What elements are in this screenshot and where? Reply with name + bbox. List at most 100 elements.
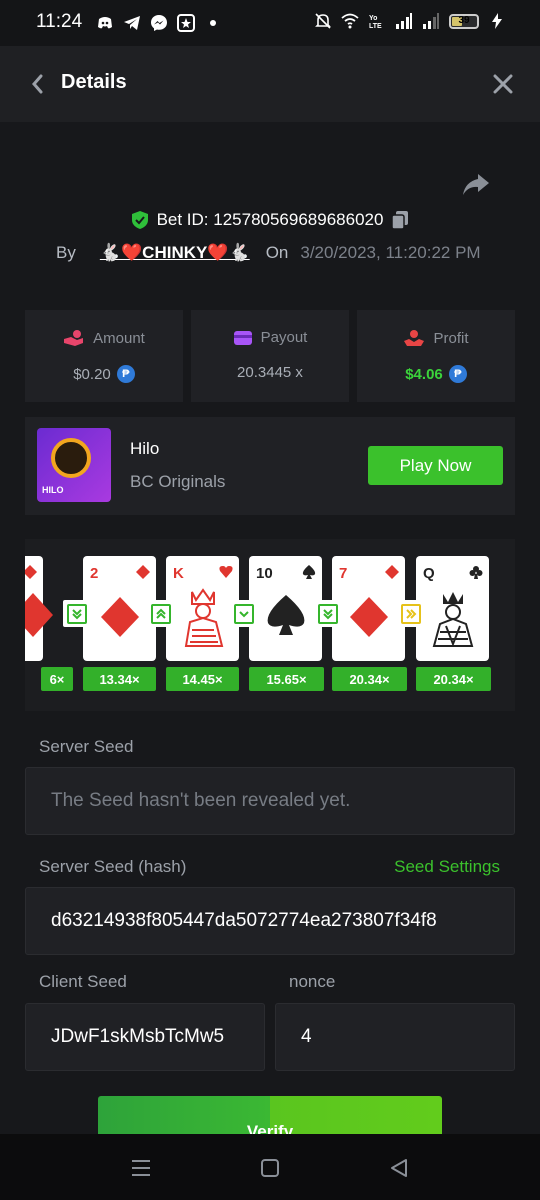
bet-stats: Amount $0.20 ₱ Payout 20.3445 x Profit $… xyxy=(25,310,515,402)
game-thumbnail[interactable]: HILO xyxy=(37,428,111,502)
svg-text:Yo: Yo xyxy=(369,15,377,22)
svg-text:LTE: LTE xyxy=(369,23,382,30)
profit-value: $4.06 xyxy=(405,365,443,383)
multiplier-badge: 15.65× xyxy=(249,667,324,691)
payout-label: Payout xyxy=(260,329,308,346)
messenger-icon xyxy=(151,15,167,31)
client-seed-label: Client Seed xyxy=(39,972,127,991)
nonce-field[interactable]: 4 xyxy=(275,1003,515,1071)
thumbnail-tag: HILO xyxy=(42,485,64,495)
diamond-icon xyxy=(101,597,139,637)
lower-arrow xyxy=(230,600,257,627)
card-icon xyxy=(233,330,252,345)
stat-payout: Payout 20.3445 x xyxy=(191,310,349,402)
lower-arrow xyxy=(314,600,341,627)
bet-date: 3/20/2023, 11:20:22 PM xyxy=(300,243,481,262)
multiplier-badge: 14.45× xyxy=(166,667,239,691)
multiplier-badge: 6× xyxy=(41,667,73,691)
diamond-icon xyxy=(25,565,37,579)
double-chevron-down-icon xyxy=(322,608,333,619)
playing-card: 7 xyxy=(332,556,405,661)
wifi-icon xyxy=(341,13,359,29)
stat-profit: Profit $4.06 ₱ xyxy=(357,310,515,402)
server-seed-field: The Seed hasn't been revealed yet. xyxy=(25,767,515,835)
nonce-label: nonce xyxy=(289,972,336,991)
game-row: HILO Hilo BC Originals Play Now xyxy=(25,417,515,515)
card-rank: Q xyxy=(423,565,435,582)
page-title: Details xyxy=(61,71,127,93)
higher-arrow xyxy=(147,600,174,627)
coin-icon: ₱ xyxy=(116,365,135,383)
coin-icon: ₱ xyxy=(448,365,467,383)
playing-card: 10 xyxy=(249,556,322,661)
on-label: On xyxy=(265,243,289,262)
amount-value: $0.20 xyxy=(73,365,111,383)
chevron-down-icon xyxy=(238,610,249,617)
game-name: Hilo xyxy=(130,439,160,458)
hand-coin-icon xyxy=(64,330,84,346)
system-icons: Yo LTE 39 xyxy=(314,12,506,30)
username-link[interactable]: 🐇❤️CHINKY❤️🐇 xyxy=(100,243,250,263)
diamond-icon xyxy=(350,597,388,637)
status-time: 11:24 xyxy=(36,11,83,32)
signal-1-icon xyxy=(396,13,412,29)
app-icon xyxy=(177,14,195,32)
queen-figure-icon xyxy=(432,592,474,647)
spade-icon xyxy=(267,595,305,635)
playing-card: K xyxy=(166,556,239,661)
profit-label: Profit xyxy=(433,329,469,347)
king-figure-icon xyxy=(184,588,224,647)
multiplier-badge: 13.34× xyxy=(83,667,156,691)
card-rank: 2 xyxy=(90,565,99,582)
multiplier-badge: 20.34× xyxy=(332,667,407,691)
lower-arrow xyxy=(63,600,90,627)
payout-value: 20.3445 x xyxy=(237,364,303,381)
server-hash-label: Server Seed (hash) xyxy=(39,857,187,876)
close-icon[interactable] xyxy=(492,73,514,95)
charging-icon xyxy=(492,13,502,29)
card-rank: K xyxy=(173,565,184,582)
signal-2-icon xyxy=(423,13,439,29)
server-hash-field[interactable]: d63214938f805447da5072774ea273807f34f8 xyxy=(25,887,515,955)
battery-icon: 39 xyxy=(449,13,479,29)
spade-icon xyxy=(302,565,316,579)
back-icon[interactable] xyxy=(389,1158,409,1178)
game-provider: BC Originals xyxy=(130,472,226,491)
telegram-icon xyxy=(124,16,140,30)
card-rank: 7 xyxy=(339,565,348,582)
stat-amount: Amount $0.20 ₱ xyxy=(25,310,183,402)
double-chevron-right-icon xyxy=(405,608,416,619)
club-icon xyxy=(469,566,483,579)
share-icon[interactable] xyxy=(462,172,490,198)
battery-level: 39 xyxy=(458,14,470,26)
diamond-icon xyxy=(136,565,150,579)
amount-label: Amount xyxy=(93,329,145,347)
copy-icon[interactable] xyxy=(391,210,409,230)
bet-id-row: Bet ID: 125780569689686020 xyxy=(0,210,540,230)
profit-icon xyxy=(404,330,425,346)
playing-card: 2 xyxy=(83,556,156,661)
heart-icon xyxy=(219,566,233,578)
playing-card xyxy=(25,556,53,661)
back-chevron-icon[interactable] xyxy=(26,70,48,98)
skip-arrow xyxy=(397,600,424,627)
seed-settings-link[interactable]: Seed Settings xyxy=(394,857,500,877)
card-rank: 10 xyxy=(256,565,273,582)
verified-shield-icon xyxy=(131,211,148,229)
cards-history: 2 K 10 7 Q 6× 13.34× 14.45× 15.65× 20.34… xyxy=(25,539,515,711)
multiplier-badge: 20.34× xyxy=(416,667,491,691)
play-now-button[interactable]: Play Now xyxy=(368,446,503,485)
home-icon[interactable] xyxy=(260,1158,280,1178)
dot-icon xyxy=(210,20,216,26)
recents-icon[interactable] xyxy=(131,1158,151,1178)
notification-icons xyxy=(96,14,222,32)
client-seed-field[interactable]: JDwF1skMsbTcMw5 xyxy=(25,1003,265,1071)
double-chevron-up-icon xyxy=(155,608,166,619)
bet-id: Bet ID: 125780569689686020 xyxy=(156,210,384,229)
details-header: Details xyxy=(0,46,540,122)
diamond-icon xyxy=(385,565,399,579)
server-seed-label: Server Seed xyxy=(39,737,134,756)
status-bar: 11:24 Yo LTE 39 xyxy=(0,0,540,46)
discord-icon xyxy=(98,17,112,29)
playing-card: Q xyxy=(416,556,489,661)
